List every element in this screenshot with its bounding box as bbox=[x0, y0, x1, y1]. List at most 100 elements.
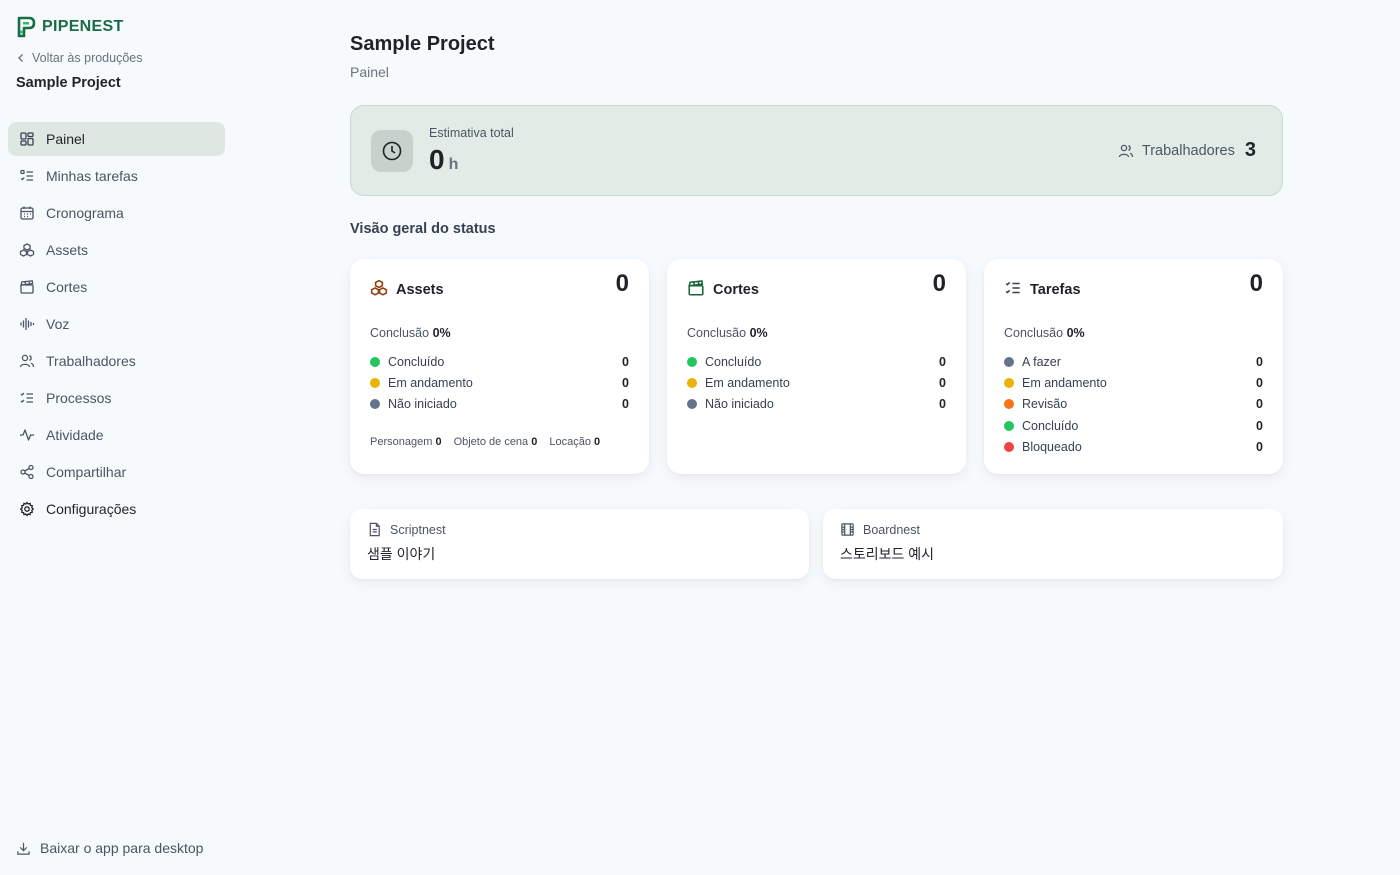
completion-label: Conclusão bbox=[1004, 326, 1064, 340]
sidebar-project-name: Sample Project bbox=[16, 75, 121, 91]
asset-type-counts: Personagem 0 Objeto de cena 0 Locação 0 bbox=[370, 436, 600, 448]
status-count: 0 bbox=[1256, 440, 1263, 455]
activity-icon bbox=[20, 429, 34, 441]
card-completion: Conclusão 0% bbox=[1004, 326, 1085, 340]
status-dot bbox=[1004, 420, 1014, 431]
status-dot bbox=[370, 399, 380, 410]
link-card-name: 스토리보드 예시 bbox=[840, 546, 935, 562]
status-row: Concluído 0 bbox=[370, 351, 629, 372]
status-label: Não iniciado bbox=[388, 397, 457, 412]
status-label: Concluído bbox=[1022, 418, 1079, 433]
users-icon bbox=[1118, 144, 1134, 157]
status-card-tarefas[interactable]: Tarefas 0 Conclusão 0% A fazer 0 Em andam… bbox=[984, 259, 1283, 474]
status-dot bbox=[370, 378, 380, 389]
sidebar-item-voz[interactable]: Voz bbox=[8, 307, 225, 341]
card-header: Cortes bbox=[687, 276, 946, 300]
card-title: Assets bbox=[396, 282, 444, 298]
card-title: Tarefas bbox=[1030, 282, 1081, 298]
status-dot bbox=[1004, 378, 1014, 389]
asset-type-personagem: Personagem 0 bbox=[370, 436, 442, 448]
boardnest-link-card[interactable]: Boardnest 스토리보드 예시 bbox=[823, 509, 1283, 579]
sidebar-item-assets[interactable]: Assets bbox=[8, 233, 225, 267]
task-list-icon bbox=[20, 169, 33, 181]
sidebar-item-label: Minhas tarefas bbox=[46, 168, 138, 184]
calendar-icon bbox=[20, 206, 34, 220]
status-count: 0 bbox=[1256, 354, 1263, 369]
sidebar-nav: Painel Minhas tarefas Cronograma Assets … bbox=[8, 122, 225, 529]
back-to-productions-link[interactable]: Voltar às produções bbox=[16, 51, 143, 65]
status-label: Em andamento bbox=[388, 376, 473, 391]
link-card-label: Scriptnest bbox=[390, 522, 446, 537]
card-header: Assets bbox=[370, 276, 629, 300]
sidebar-item-label: Assets bbox=[46, 242, 89, 258]
status-dot bbox=[687, 378, 697, 389]
clapperboard-icon bbox=[688, 280, 704, 296]
status-row: Não iniciado 0 bbox=[370, 394, 629, 415]
users-icon bbox=[19, 354, 35, 368]
sidebar-item-configuracoes[interactable]: Configurações bbox=[8, 492, 225, 526]
status-row: Em andamento 0 bbox=[1004, 372, 1263, 393]
workers-label: Trabalhadores bbox=[1141, 142, 1235, 159]
status-row: Concluído 0 bbox=[687, 351, 946, 372]
card-completion: Conclusão 0% bbox=[370, 326, 451, 340]
asset-type-label: Personagem bbox=[370, 436, 433, 448]
estimate-panel: Estimativa total 0h Trabalhadores 3 bbox=[350, 105, 1283, 196]
completion-value: 0% bbox=[749, 326, 768, 340]
card-title: Cortes bbox=[713, 282, 759, 298]
asset-type-count: 0 bbox=[594, 436, 601, 448]
document-icon bbox=[369, 522, 380, 537]
app-logo[interactable]: PIPENEST bbox=[16, 16, 124, 38]
share-icon bbox=[20, 464, 34, 480]
sidebar-item-cortes[interactable]: Cortes bbox=[8, 270, 225, 304]
status-count: 0 bbox=[622, 397, 629, 412]
sidebar-item-processos[interactable]: Processos bbox=[8, 381, 225, 415]
clock-icon-box bbox=[371, 130, 413, 172]
app-name: PIPENEST bbox=[42, 18, 124, 35]
page-title: Sample Project bbox=[350, 33, 495, 55]
estimate-value: 0h bbox=[429, 144, 458, 176]
sidebar-item-label: Cronograma bbox=[46, 205, 124, 221]
download-desktop-link[interactable]: Baixar o app para desktop bbox=[16, 840, 203, 856]
sidebar-item-minhas-tarefas[interactable]: Minhas tarefas bbox=[8, 159, 225, 193]
estimate-number: 0 bbox=[429, 144, 445, 175]
sidebar-item-cronograma[interactable]: Cronograma bbox=[8, 196, 225, 230]
sidebar-item-label: Configurações bbox=[46, 501, 137, 517]
sidebar-item-label: Trabalhadores bbox=[46, 353, 136, 369]
sidebar: PIPENEST Voltar às produções Sample Proj… bbox=[0, 0, 240, 875]
gear-icon bbox=[19, 501, 35, 517]
status-rows: Concluído 0 Em andamento 0 Não iniciado 0 bbox=[370, 351, 629, 415]
status-row: A fazer 0 bbox=[1004, 351, 1263, 372]
status-dot bbox=[370, 356, 380, 367]
status-card-cortes[interactable]: Cortes 0 Conclusão 0% Concluído 0 Em anda… bbox=[667, 259, 966, 474]
link-card-name: 샘플 이야기 bbox=[367, 546, 436, 562]
status-count: 0 bbox=[939, 397, 946, 412]
sidebar-item-compartilhar[interactable]: Compartilhar bbox=[8, 455, 225, 489]
status-count: 0 bbox=[939, 354, 946, 369]
completion-label: Conclusão bbox=[687, 326, 747, 340]
download-label: Baixar o app para desktop bbox=[40, 840, 204, 856]
clock-icon bbox=[382, 141, 402, 161]
back-link-label: Voltar às produções bbox=[32, 51, 143, 65]
status-label: Em andamento bbox=[1022, 376, 1107, 391]
workers-summary: Trabalhadores 3 bbox=[1118, 139, 1256, 162]
estimate-unit: h bbox=[448, 156, 459, 173]
film-icon bbox=[841, 523, 854, 536]
completion-label: Conclusão bbox=[370, 326, 430, 340]
scriptnest-link-card[interactable]: Scriptnest 샘플 이야기 bbox=[350, 509, 809, 579]
asset-type-locacao: Locação 0 bbox=[549, 436, 600, 448]
sidebar-item-atividade[interactable]: Atividade bbox=[8, 418, 225, 452]
status-card-assets[interactable]: Assets 0 Conclusão 0% Concluído 0 Em anda… bbox=[350, 259, 649, 474]
card-total: 0 bbox=[932, 270, 946, 297]
status-row: Bloqueado 0 bbox=[1004, 437, 1263, 458]
sidebar-item-painel[interactable]: Painel bbox=[8, 122, 225, 156]
asset-type-label: Objeto de cena bbox=[453, 436, 529, 448]
sidebar-item-trabalhadores[interactable]: Trabalhadores bbox=[8, 344, 225, 378]
sidebar-item-label: Painel bbox=[46, 131, 85, 147]
chevron-left-icon bbox=[18, 54, 23, 62]
status-row: Concluído 0 bbox=[1004, 415, 1263, 436]
card-total: 0 bbox=[615, 270, 629, 297]
asset-type-count: 0 bbox=[435, 436, 442, 448]
sidebar-item-label: Cortes bbox=[46, 279, 88, 295]
dashboard-icon bbox=[20, 132, 34, 146]
status-label: Em andamento bbox=[705, 376, 790, 391]
